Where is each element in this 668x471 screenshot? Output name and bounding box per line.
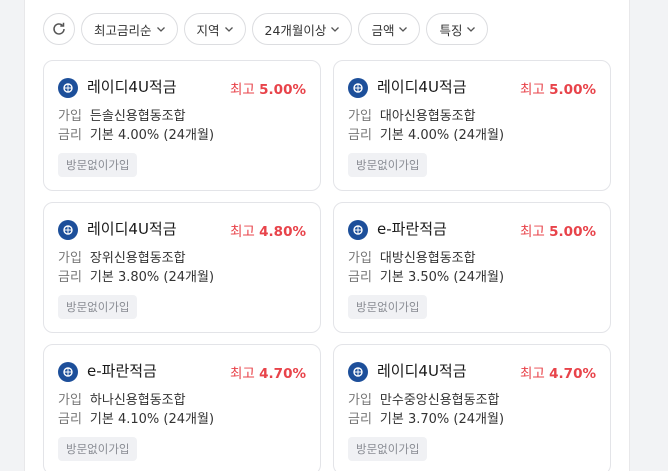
product-name: 레이디4U적금	[87, 78, 177, 96]
product-card[interactable]: e-파란적금 최고 4.70% 가입 하나신용협동조합 금리 기본 4.10% (2…	[43, 344, 321, 471]
base-rate: 기본 3.50% (24개월)	[379, 270, 505, 285]
max-rate-value: 4.70%	[549, 366, 596, 382]
chevron-down-icon	[331, 27, 340, 32]
max-rate-label: 최고	[520, 224, 545, 240]
max-rate-value: 4.80%	[259, 224, 306, 240]
join-row: 가입 대아신용협동조합	[348, 105, 476, 124]
cu-logo-icon	[348, 78, 368, 98]
join-label: 가입	[58, 393, 82, 408]
product-card[interactable]: 레이디4U적금 최고 4.80% 가입 장위신용협동조합 금리 기본 3.80% (…	[43, 202, 321, 333]
max-rate-value: 5.00%	[259, 82, 306, 98]
bank-name: 하나신용협동조합	[89, 393, 186, 408]
join-row: 가입 장위신용협동조합	[58, 247, 186, 266]
max-rate-value: 4.70%	[259, 366, 306, 382]
bank-name: 대아신용협동조합	[379, 109, 476, 124]
product-name: 레이디4U적금	[87, 220, 177, 238]
product-name: e-파란적금	[377, 220, 447, 238]
join-label: 가입	[348, 251, 372, 266]
max-rate-label: 최고	[230, 82, 255, 98]
filter-chip-label: 최고금리순	[94, 22, 152, 38]
rate-label: 금리	[58, 270, 82, 285]
bank-name: 대방신용협동조합	[379, 251, 476, 266]
rate-label: 금리	[348, 270, 372, 285]
base-rate: 기본 3.80% (24개월)	[89, 270, 215, 285]
base-rate: 기본 4.00% (24개월)	[89, 128, 215, 143]
rate-row: 금리 기본 3.50% (24개월)	[348, 266, 504, 285]
cu-logo-icon	[58, 78, 78, 98]
filter-chip-label: 금액	[371, 22, 395, 38]
cu-logo-icon	[348, 362, 368, 382]
feature-badge: 방문없이가입	[58, 153, 138, 177]
filter-chip-label: 지역	[196, 22, 220, 38]
max-rate: 최고 5.00%	[520, 78, 596, 98]
rate-label: 금리	[348, 128, 372, 143]
rate-row: 금리 기본 3.80% (24개월)	[58, 266, 214, 285]
cu-logo-icon	[348, 220, 368, 240]
join-row: 가입 대방신용협동조합	[348, 247, 476, 266]
max-rate: 최고 5.00%	[520, 220, 596, 240]
chevron-down-icon	[224, 27, 233, 32]
rate-label: 금리	[58, 128, 82, 143]
filter-bar: 최고금리순 지역 24개월이상 금액 특징	[43, 13, 489, 45]
max-rate-value: 5.00%	[549, 224, 596, 240]
product-card[interactable]: e-파란적금 최고 5.00% 가입 대방신용협동조합 금리 기본 3.50% (2…	[333, 202, 611, 333]
feature-badge: 방문없이가입	[58, 295, 138, 319]
feature-badge: 방문없이가입	[348, 437, 428, 461]
chevron-down-icon	[399, 27, 408, 32]
filter-chip-label: 24개월이상	[264, 22, 327, 38]
base-rate: 기본 3.70% (24개월)	[379, 412, 505, 427]
bank-name: 장위신용협동조합	[89, 251, 186, 266]
cu-logo-icon	[58, 220, 78, 240]
feature-badge: 방문없이가입	[348, 295, 428, 319]
max-rate-label: 최고	[520, 366, 545, 382]
max-rate: 최고 4.70%	[520, 362, 596, 382]
rate-row: 금리 기본 4.00% (24개월)	[58, 124, 214, 143]
filter-chip-label: 특징	[439, 22, 463, 38]
join-label: 가입	[58, 109, 82, 124]
product-name: e-파란적금	[87, 362, 157, 380]
join-label: 가입	[348, 109, 372, 124]
filter-amount-chip[interactable]: 금액	[358, 13, 421, 45]
bank-name: 만수중앙신용협동조합	[379, 393, 500, 408]
join-row: 가입 든솔신용협동조합	[58, 105, 186, 124]
max-rate: 최고 4.70%	[230, 362, 306, 382]
rate-label: 금리	[348, 412, 372, 427]
max-rate-label: 최고	[230, 366, 255, 382]
chevron-down-icon	[156, 27, 165, 32]
filter-period-chip[interactable]: 24개월이상	[251, 13, 353, 45]
join-label: 가입	[58, 251, 82, 266]
max-rate-value: 5.00%	[549, 82, 596, 98]
product-list-panel: 최고금리순 지역 24개월이상 금액 특징 레이디4U적금 최고 5.00% 가…	[24, 0, 630, 471]
refresh-icon	[53, 22, 65, 35]
filter-region-chip[interactable]: 지역	[183, 13, 246, 45]
rate-row: 금리 기본 3.70% (24개월)	[348, 408, 504, 427]
product-card[interactable]: 레이디4U적금 최고 5.00% 가입 대아신용협동조합 금리 기본 4.00% (…	[333, 60, 611, 191]
base-rate: 기본 4.00% (24개월)	[379, 128, 505, 143]
bank-name: 든솔신용협동조합	[89, 109, 186, 124]
max-rate: 최고 5.00%	[230, 78, 306, 98]
rate-row: 금리 기본 4.10% (24개월)	[58, 408, 214, 427]
max-rate: 최고 4.80%	[230, 220, 306, 240]
base-rate: 기본 4.10% (24개월)	[89, 412, 215, 427]
product-name: 레이디4U적금	[377, 362, 467, 380]
chevron-down-icon	[467, 27, 476, 32]
product-name: 레이디4U적금	[377, 78, 467, 96]
feature-badge: 방문없이가입	[348, 153, 428, 177]
max-rate-label: 최고	[520, 82, 545, 98]
feature-badge: 방문없이가입	[58, 437, 138, 461]
filter-sort-chip[interactable]: 최고금리순	[81, 13, 178, 45]
max-rate-label: 최고	[230, 224, 255, 240]
filter-feature-chip[interactable]: 특징	[426, 13, 489, 45]
rate-label: 금리	[58, 412, 82, 427]
rate-row: 금리 기본 4.00% (24개월)	[348, 124, 504, 143]
join-row: 가입 하나신용협동조합	[58, 389, 186, 408]
product-card[interactable]: 레이디4U적금 최고 5.00% 가입 든솔신용협동조합 금리 기본 4.00% (…	[43, 60, 321, 191]
product-card[interactable]: 레이디4U적금 최고 4.70% 가입 만수중앙신용협동조합 금리 기본 3.70%…	[333, 344, 611, 471]
join-label: 가입	[348, 393, 372, 408]
refresh-button[interactable]	[43, 13, 75, 45]
cu-logo-icon	[58, 362, 78, 382]
join-row: 가입 만수중앙신용협동조합	[348, 389, 500, 408]
